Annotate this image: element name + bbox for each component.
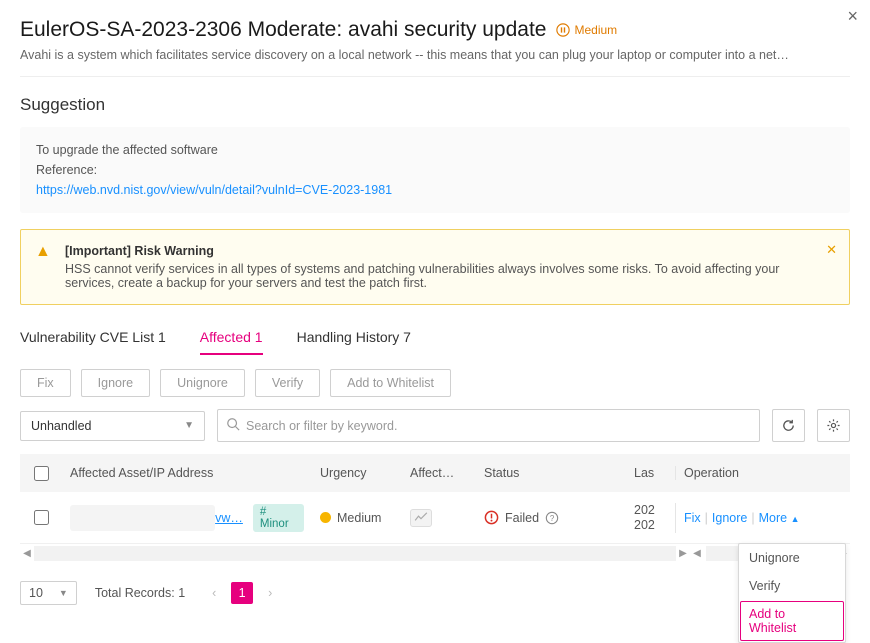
table-row: vw… # Minor Medium Failed ? 202 202: [20, 492, 850, 544]
horizontal-scrollbar[interactable]: ◀ ▶ ◀ ▶: [20, 546, 850, 561]
tab-cve-list[interactable]: Vulnerability CVE List 1: [20, 323, 166, 355]
refresh-button[interactable]: [772, 409, 805, 442]
col-urgency: Urgency: [312, 466, 402, 480]
suggestion-heading: Suggestion: [20, 95, 850, 115]
row-more-link[interactable]: More ▲: [759, 511, 800, 525]
search-input[interactable]: [246, 419, 751, 433]
status-text: Failed: [505, 511, 539, 525]
caret-down-icon: ▼: [184, 420, 194, 431]
col-last: Las: [626, 466, 676, 480]
search-box[interactable]: [217, 409, 760, 442]
caret-down-icon: ▼: [59, 588, 68, 598]
row-fix-link[interactable]: Fix: [684, 511, 701, 525]
urgency-dot-icon: [320, 512, 331, 523]
description-text: Avahi is a system which facilitates serv…: [20, 48, 830, 62]
svg-text:?: ?: [550, 514, 555, 523]
separator: |: [751, 511, 754, 525]
urgency-text: Medium: [337, 511, 381, 525]
last-scan-1: 202: [634, 503, 655, 518]
affected-table: Affected Asset/IP Address Urgency Affect…: [20, 454, 850, 561]
asset-link[interactable]: vw…: [215, 511, 243, 525]
col-asset: Affected Asset/IP Address: [62, 466, 312, 480]
pagination: 10 ▼ Total Records: 1 ‹ 1 ›: [20, 581, 850, 605]
warning-body: HSS cannot verify services in all types …: [65, 262, 815, 290]
col-operation: Operation: [676, 466, 850, 480]
fix-button[interactable]: Fix: [20, 369, 71, 397]
caret-up-icon: ▲: [791, 514, 800, 524]
pause-circle-icon: [556, 23, 570, 37]
divider: [20, 76, 850, 77]
next-page-button[interactable]: ›: [259, 582, 281, 604]
suggestion-box: To upgrade the affected software Referen…: [20, 127, 850, 213]
warning-icon: ▲: [35, 243, 51, 261]
tab-affected[interactable]: Affected 1: [200, 323, 263, 355]
ignore-button[interactable]: Ignore: [81, 369, 150, 397]
page-title: EulerOS-SA-2023-2306 Moderate: avahi sec…: [20, 18, 546, 42]
tab-handling-history[interactable]: Handling History 7: [297, 323, 411, 355]
dd-add-whitelist[interactable]: Add to Whitelist: [740, 601, 844, 641]
current-page[interactable]: 1: [231, 582, 253, 604]
suggestion-reference-label: Reference:: [36, 163, 834, 177]
settings-button[interactable]: [817, 409, 850, 442]
scroll-right-icon[interactable]: ▶: [676, 547, 690, 561]
status-filter-value: Unhandled: [31, 419, 91, 433]
last-scan-2: 202: [634, 518, 655, 533]
unignore-button[interactable]: Unignore: [160, 369, 245, 397]
scroll-track-left[interactable]: [34, 546, 676, 561]
select-all-checkbox[interactable]: [34, 466, 49, 481]
warning-title: [Important] Risk Warning: [65, 244, 815, 258]
warning-close-icon[interactable]: ✕: [826, 242, 837, 258]
suggestion-upgrade-text: To upgrade the affected software: [36, 143, 834, 157]
prev-page-button[interactable]: ‹: [203, 582, 225, 604]
row-checkbox[interactable]: [34, 510, 49, 525]
verify-button[interactable]: Verify: [255, 369, 320, 397]
col-status: Status: [476, 466, 626, 480]
minor-tag: # Minor: [253, 504, 304, 532]
scroll-left-icon[interactable]: ◀: [20, 547, 34, 561]
status-filter-select[interactable]: Unhandled ▼: [20, 411, 205, 441]
dd-unignore[interactable]: Unignore: [739, 544, 845, 572]
severity-badge: Medium: [556, 23, 617, 37]
search-icon: [226, 417, 240, 434]
close-icon[interactable]: ×: [847, 6, 858, 27]
page-size-select[interactable]: 10 ▼: [20, 581, 77, 605]
total-records-label: Total Records: 1: [95, 586, 185, 600]
col-affect: Affect…: [402, 466, 476, 480]
row-ignore-link[interactable]: Ignore: [712, 511, 747, 525]
tabs: Vulnerability CVE List 1 Affected 1 Hand…: [20, 323, 850, 355]
separator: |: [705, 511, 708, 525]
suggestion-reference-link[interactable]: https://web.nvd.nist.gov/view/vuln/detai…: [36, 183, 392, 197]
risk-warning: ▲ ✕ [Important] Risk Warning HSS cannot …: [20, 229, 850, 305]
more-dropdown: Unignore Verify Add to Whitelist: [738, 543, 846, 643]
bulk-toolbar: Fix Ignore Unignore Verify Add to Whitel…: [20, 369, 850, 397]
chart-icon: [410, 509, 432, 527]
severity-text: Medium: [574, 23, 617, 37]
dd-verify[interactable]: Verify: [739, 572, 845, 600]
asset-name-redacted: [70, 505, 215, 531]
scroll-left-icon-2[interactable]: ◀: [690, 547, 704, 561]
error-circle-icon: [484, 510, 499, 525]
add-whitelist-button[interactable]: Add to Whitelist: [330, 369, 451, 397]
help-icon[interactable]: ?: [545, 511, 559, 525]
page-size-value: 10: [29, 586, 43, 600]
